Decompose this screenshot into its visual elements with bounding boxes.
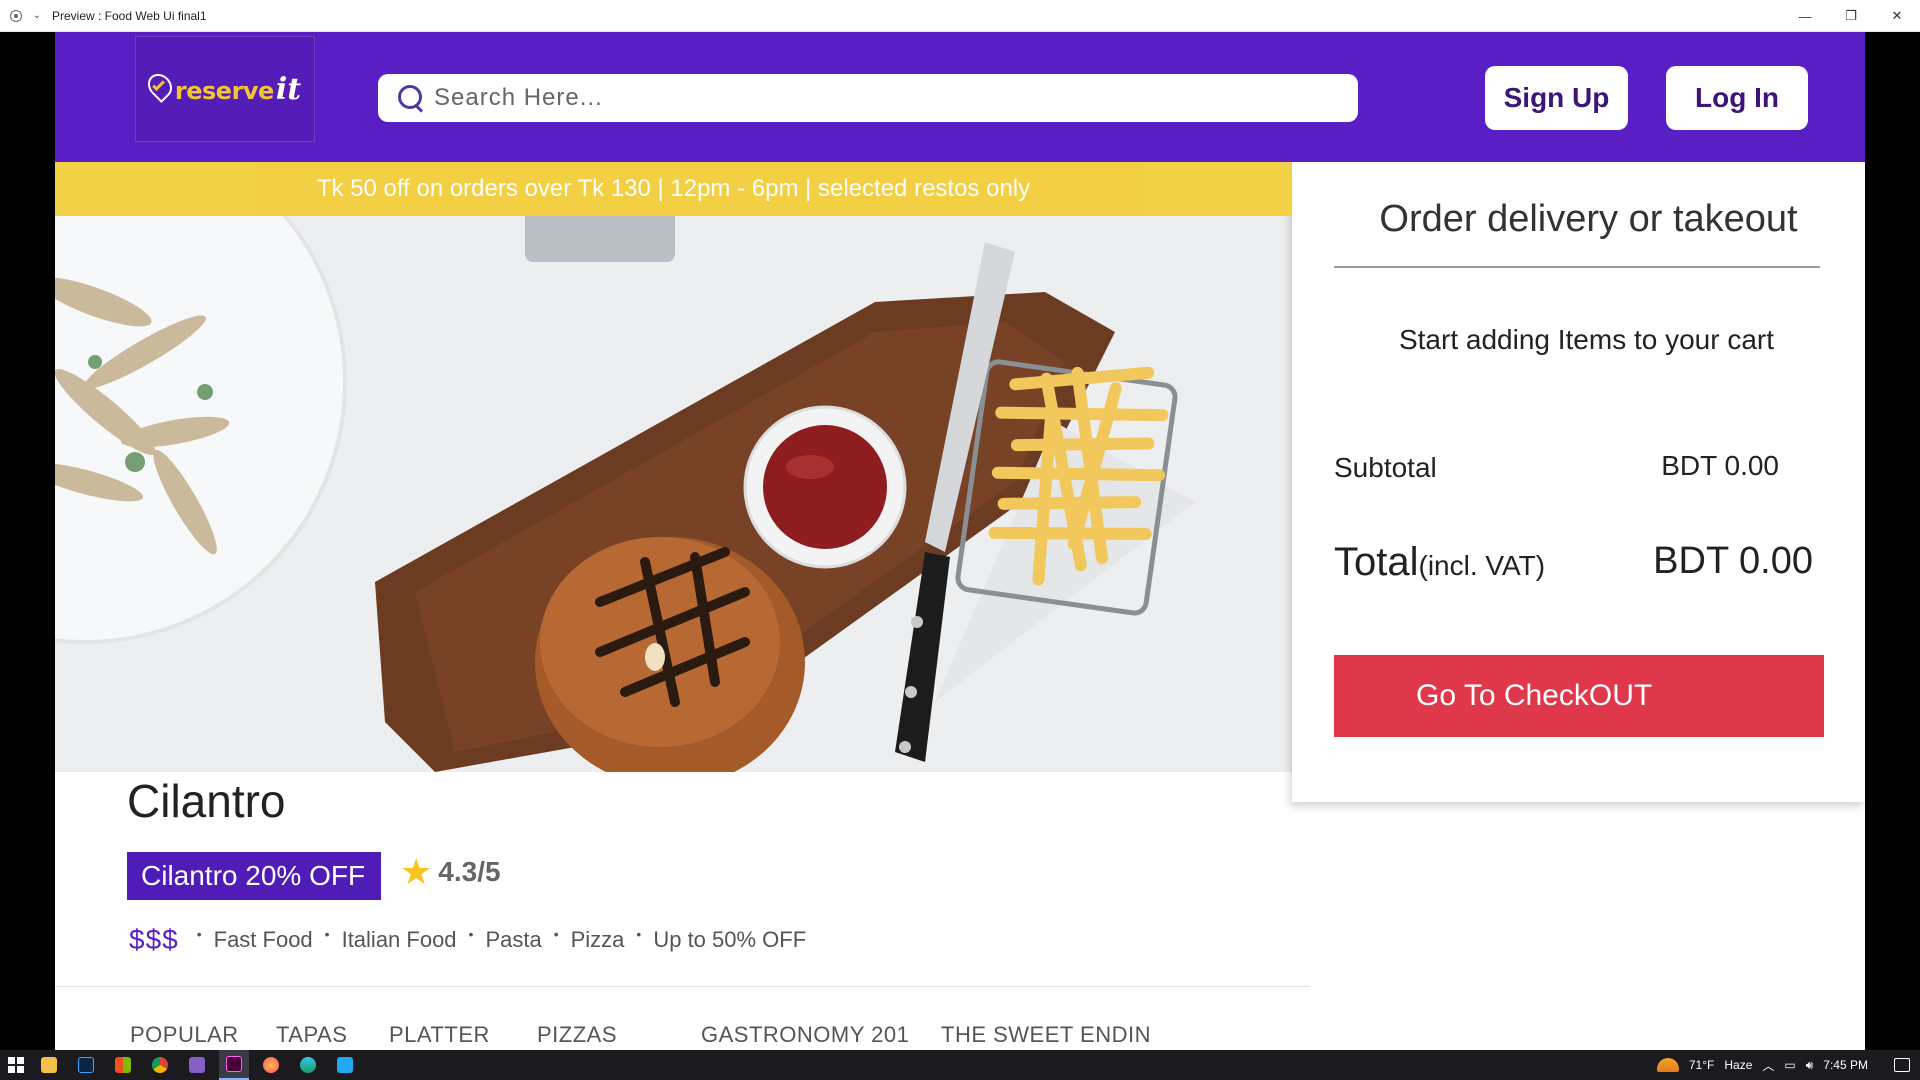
tag-pasta[interactable]: Pasta [485,927,541,953]
total-value: BDT 0.00 [1653,540,1813,582]
rating: ★ 4.3/5 [400,854,501,890]
cart-panel: Order delivery or takeout Start adding I… [1292,162,1865,802]
rating-score: 4.3 [438,856,478,887]
close-button[interactable]: ✕ [1874,0,1920,32]
tab-tapas[interactable]: TAPAS [276,1022,347,1048]
sign-up-button[interactable]: Sign Up [1485,66,1628,130]
weather-icon[interactable] [1656,1058,1679,1072]
visual-studio-icon[interactable] [182,1050,212,1080]
separator-dot-icon: • [196,926,202,942]
window-titlebar: ⌄ Preview : Food Web Ui final1 — ❐ ✕ [0,0,1920,32]
app-canvas: reserve it Sign Up Log In [55,32,1865,1050]
cart-divider [1334,266,1820,268]
start-icon[interactable] [8,1057,24,1073]
cart-empty-message: Start adding Items to your cart [1398,324,1775,355]
search-input[interactable] [434,84,1334,112]
subtotal-value: BDT 0.00 [1661,450,1779,481]
tab-pizzas[interactable]: PIZZAS [537,1022,617,1048]
tab-gastronomy[interactable]: GASTRONOMY 201 [701,1022,909,1048]
hero-image [55,162,1292,772]
apps-icon[interactable] [108,1050,138,1080]
tag-fast-food[interactable]: Fast Food [214,927,313,953]
separator-dot-icon: • [553,926,559,942]
chevron-down-icon[interactable]: ⌄ [30,10,44,21]
logo-word: reserve [174,76,274,105]
tag-italian-food[interactable]: Italian Food [342,927,457,953]
tab-platter[interactable]: PLATTER [389,1022,490,1048]
firefox-icon[interactable] [256,1050,286,1080]
search-icon[interactable] [396,83,426,113]
total-vat-note: (incl. VAT) [1418,550,1546,581]
rating-text: 4.3/5 [438,856,500,888]
notification-icon[interactable] [1894,1058,1910,1072]
system-tray: 71°F Haze ︿ ▭ 🔊︎ 7:45 PM [1656,1050,1920,1080]
weather-label[interactable]: Haze [1724,1058,1752,1072]
volume-icon[interactable]: 🔊︎ [1806,1058,1814,1073]
minimize-button[interactable]: — [1782,0,1828,32]
burger-and-fries-photo [55,162,1292,772]
weather-temp[interactable]: 71°F [1689,1058,1714,1072]
logo[interactable]: reserve it [135,36,315,142]
clock-time[interactable]: 7:45 PM [1823,1058,1868,1072]
restaurant-tags: $$$ • Fast Food • Italian Food • Pasta •… [129,924,806,956]
file-explorer-icon[interactable] [34,1050,64,1080]
network-icon[interactable]: ▭ [1784,1058,1795,1072]
log-in-button[interactable]: Log In [1666,66,1808,130]
cart-title: Order delivery or takeout [1379,198,1798,240]
window-title: Preview : Food Web Ui final1 [52,8,207,23]
separator-dot-icon: • [324,926,330,942]
price-level: $$$ [129,924,179,955]
photoshop-icon[interactable] [71,1050,101,1080]
rating-max: /5 [477,856,501,887]
total-label-text: Total [1334,540,1419,584]
record-icon[interactable] [10,9,22,22]
tag-pizza[interactable]: Pizza [571,927,625,953]
star-icon: ★ [400,851,433,892]
subtotal-label: Subtotal [1334,452,1437,483]
separator-dot-icon: • [636,926,642,942]
tab-sweet-ending[interactable]: THE SWEET ENDIN [941,1022,1151,1048]
section-divider [55,986,1310,987]
edge-icon[interactable] [293,1050,323,1080]
tab-popular[interactable]: POPULAR [130,1022,239,1048]
tag-discount[interactable]: Up to 50% OFF [653,927,806,953]
deal-badge[interactable]: Cilantro 20% OFF [127,852,381,900]
logo-suffix: it [275,71,302,107]
vscode-icon[interactable] [330,1050,360,1080]
location-pin-icon [142,68,177,103]
promo-banner[interactable]: Tk 50 off on orders over Tk 130 | 12pm -… [55,162,1292,216]
taskbar: 71°F Haze ︿ ▭ 🔊︎ 7:45 PM [0,1050,1920,1080]
site-header: reserve it Sign Up Log In [55,32,1865,162]
checkout-button[interactable]: Go To CheckOUT [1334,655,1824,737]
search-bar[interactable] [378,74,1358,122]
adobe-xd-icon[interactable] [219,1050,249,1080]
chevron-up-icon[interactable]: ︿ [1762,1057,1774,1074]
total-label: Total(incl. VAT) [1334,540,1545,585]
chrome-icon[interactable] [145,1050,175,1080]
restaurant-name: Cilantro [127,775,286,827]
separator-dot-icon: • [468,926,474,942]
restore-button[interactable]: ❐ [1828,0,1874,32]
